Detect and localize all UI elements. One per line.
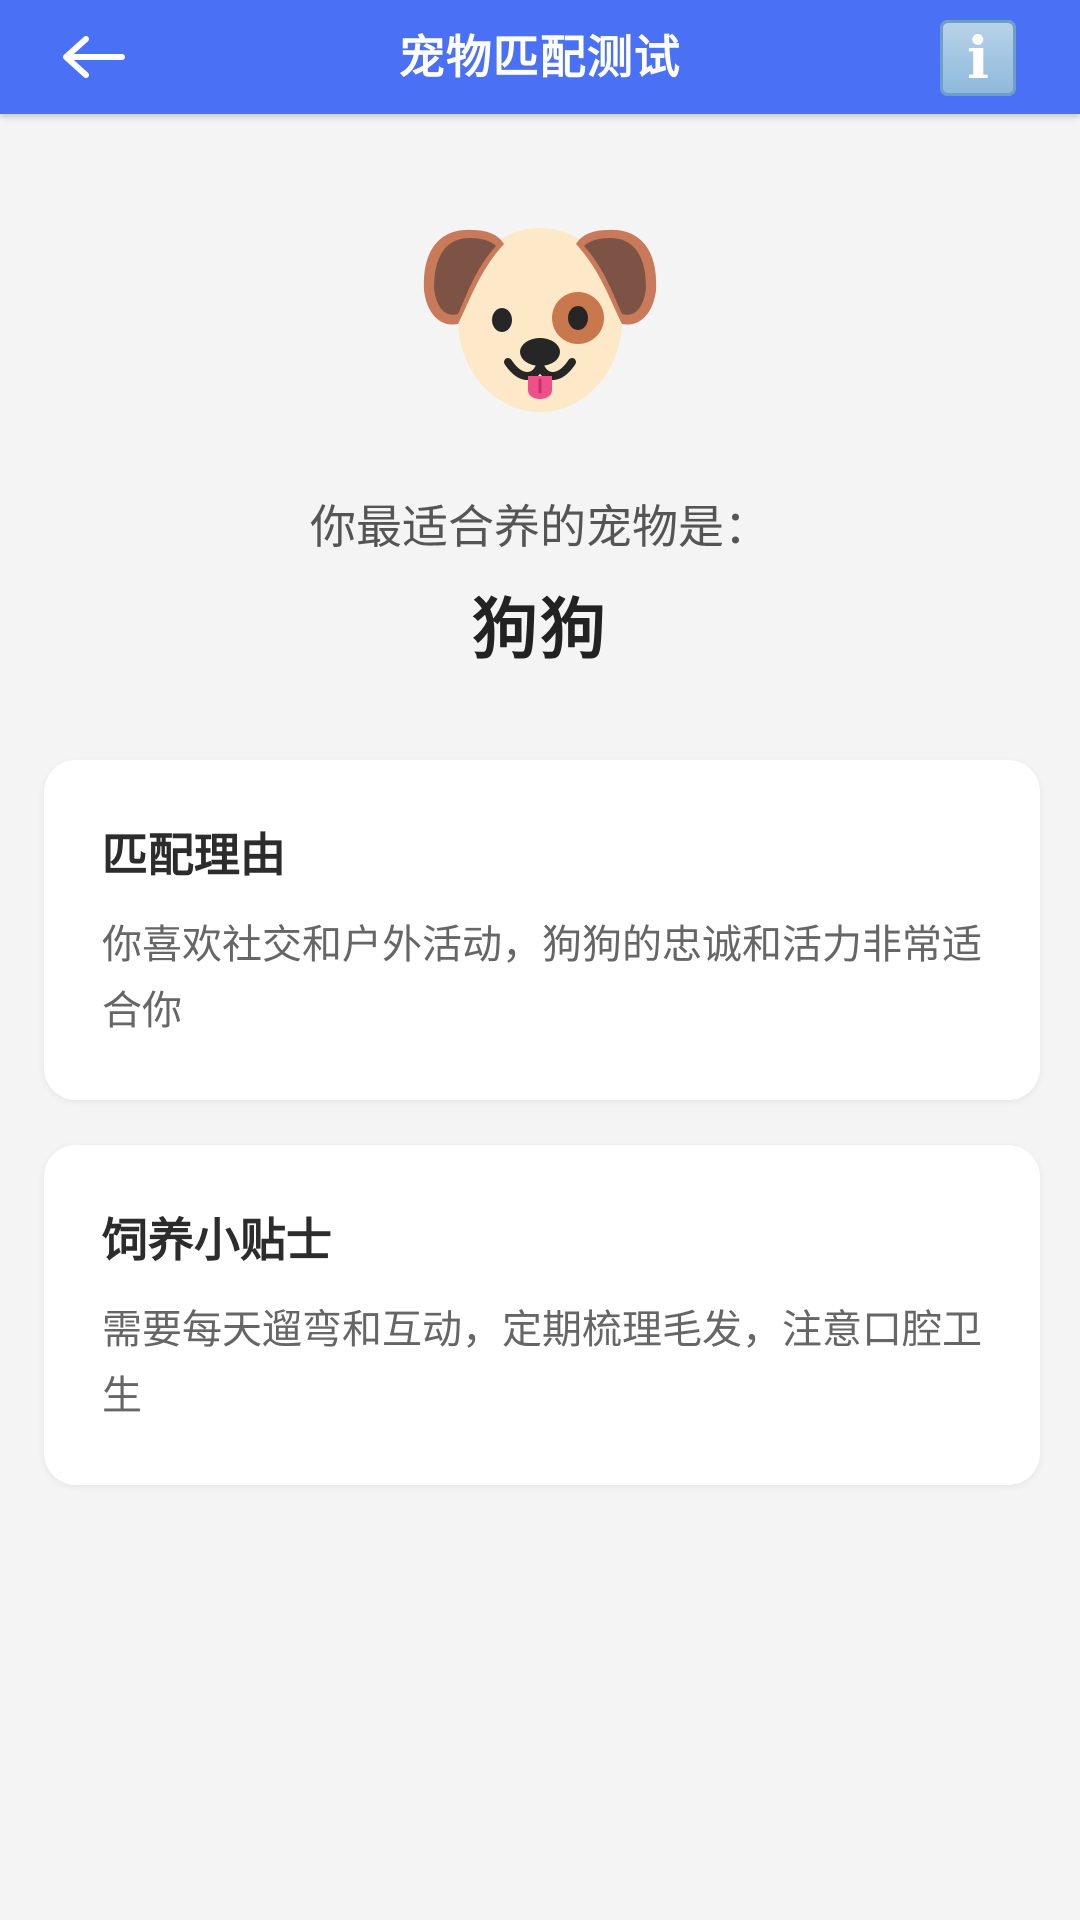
info-button[interactable]: i	[940, 20, 1016, 96]
care-tips-card: 饲养小贴士 需要每天遛弯和互动，定期梳理毛发，注意口腔卫生	[44, 1145, 1040, 1485]
result-prompt: 你最适合养的宠物是：	[310, 500, 770, 554]
card-title: 饲养小贴士	[102, 1213, 332, 1267]
card-body: 需要每天遛弯和互动，定期梳理毛发，注意口腔卫生	[102, 1307, 982, 1419]
result-pet-name: 狗狗	[472, 591, 608, 668]
info-icon: i	[966, 24, 990, 92]
card-body: 你喜欢社交和户外活动，狗狗的忠诚和活力非常适合你	[102, 922, 982, 1034]
top-app-bar: 宠物匹配测试 i	[0, 0, 1080, 114]
page-title: 宠物匹配测试	[399, 30, 681, 84]
card-title: 匹配理由	[102, 828, 286, 882]
match-reason-card: 匹配理由 你喜欢社交和户外活动，狗狗的忠诚和活力非常适合你	[44, 760, 1040, 1100]
dog-face-icon	[423, 228, 657, 412]
back-button[interactable]	[60, 22, 150, 92]
arrow-left-icon	[63, 36, 125, 78]
app-root: 宠物匹配测试 i 你最适合养的宠物是： 狗狗 匹配理由 你喜欢社交和户外活动，狗…	[0, 0, 1080, 1920]
